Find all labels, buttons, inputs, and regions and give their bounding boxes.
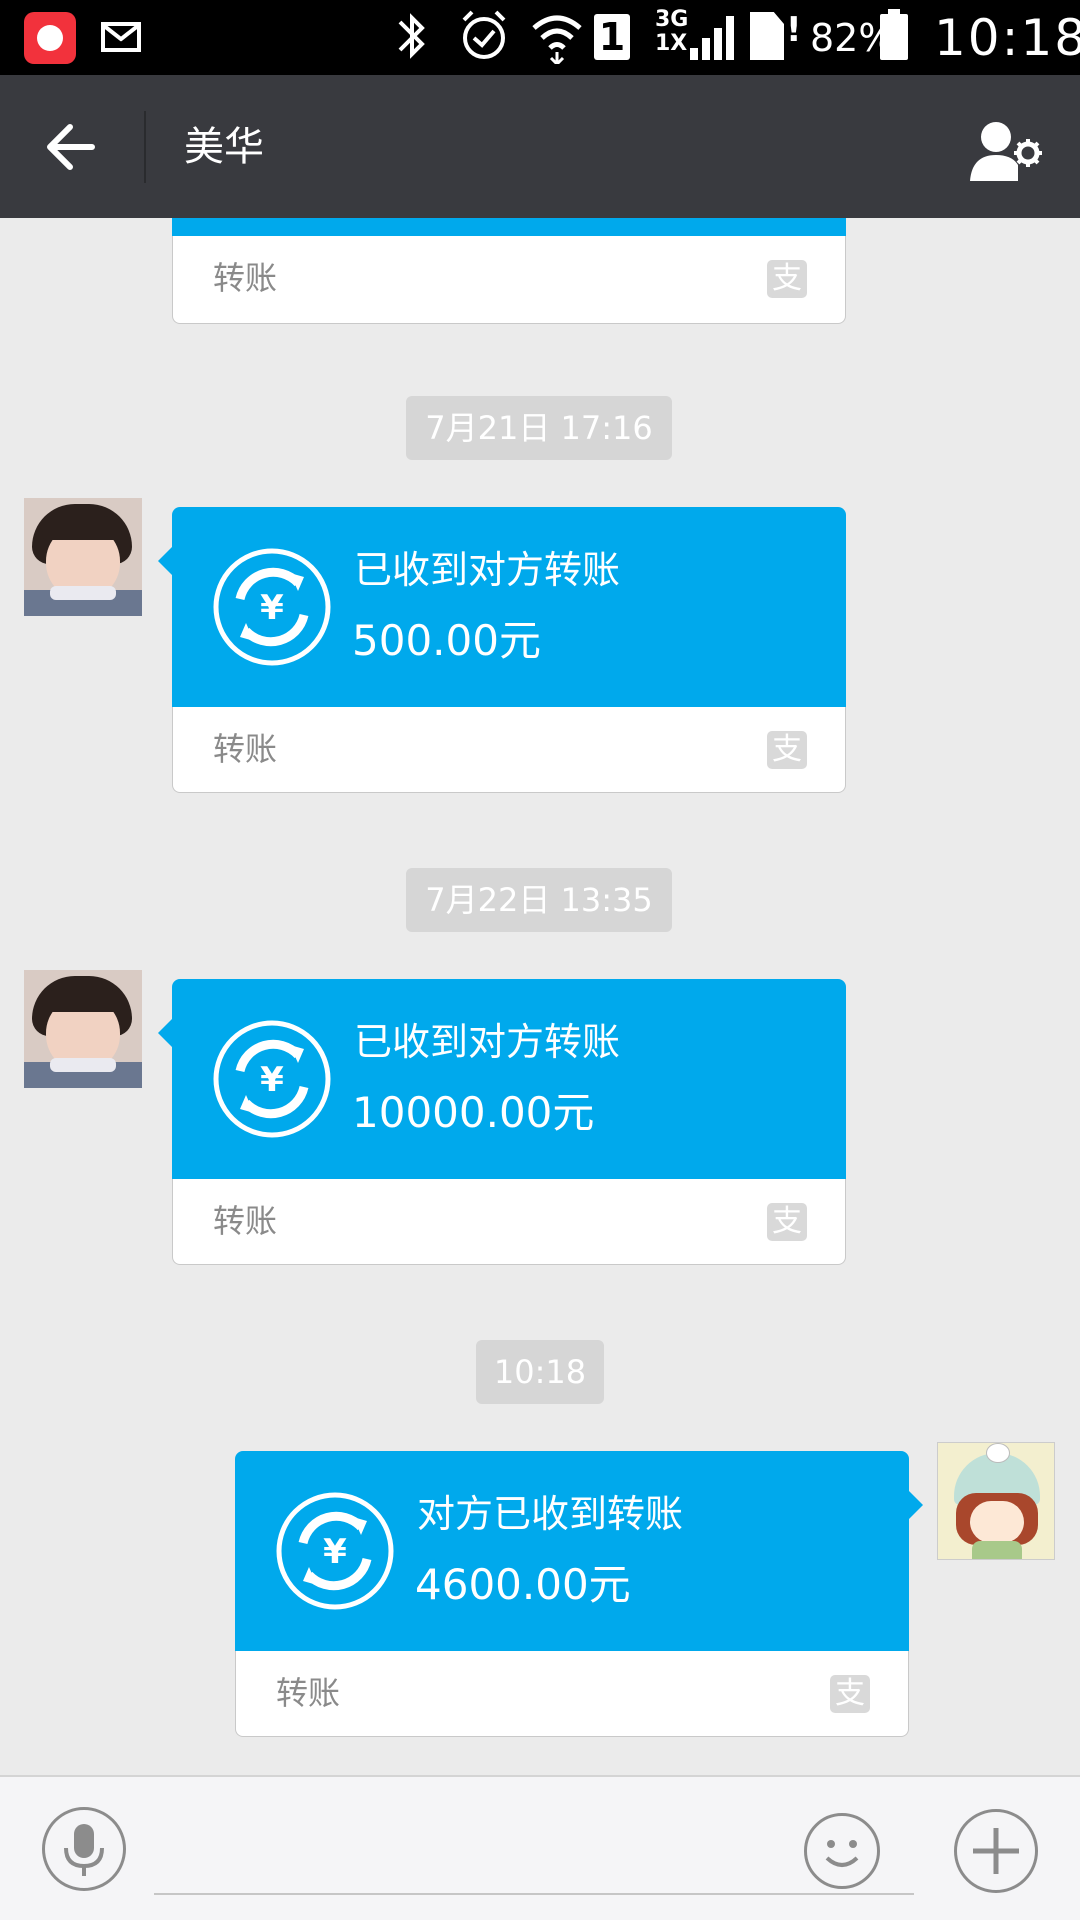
transfer-amount: 500.00元 (352, 616, 541, 665)
user-settings-icon (970, 122, 1042, 181)
status-bar: 1 3G 1X ! 82% 10:18 (0, 0, 1080, 75)
transfer-card[interactable]: ¥ 已收到对方转账 10000.00元 转账 支 (158, 979, 846, 1265)
voice-button[interactable] (42, 1807, 126, 1891)
transfer-card-footer: 转账 支 (172, 236, 846, 324)
warning-icon: ! (786, 10, 802, 50)
clock: 10:18 (934, 9, 1080, 67)
transfer-card-partial[interactable]: 转账 支 (172, 236, 846, 324)
transfer-yuan-icon: ¥ (276, 1492, 394, 1610)
transfer-yuan-icon: ¥ (213, 1020, 331, 1138)
timestamp: 7月22日 13:35 (406, 868, 672, 932)
alipay-icon: 支 (767, 731, 807, 769)
transfer-card-body: ¥ 已收到对方转账 500.00元 (158, 507, 846, 707)
back-arrow-icon (47, 124, 95, 170)
transfer-card-footer: 转账 支 (172, 707, 846, 793)
transfer-status: 已收到对方转账 (354, 1020, 621, 1064)
transfer-card[interactable]: ¥ 已收到对方转账 500.00元 转账 支 (158, 507, 846, 793)
transfer-amount: 4600.00元 (415, 1560, 631, 1609)
transfer-status: 已收到对方转账 (354, 548, 621, 592)
avatar[interactable] (24, 970, 142, 1088)
notification-app-icon (24, 12, 76, 64)
header-divider (144, 111, 146, 183)
more-options-button[interactable] (954, 1809, 1038, 1893)
transfer-yuan-icon: ¥ (213, 548, 331, 666)
transfer-card-partial-top (172, 218, 846, 236)
transfer-card-footer: 转账 支 (172, 1179, 846, 1265)
svg-text:¥: ¥ (260, 1060, 284, 1100)
message-input-bar (0, 1775, 1080, 1920)
wifi-icon (530, 8, 584, 79)
transfer-card[interactable]: ¥ 对方已收到转账 4600.00元 转账 支 (235, 1451, 923, 1737)
chat-header: 美华 (0, 75, 1080, 218)
transfer-label: 转账 (213, 259, 278, 297)
svg-text:¥: ¥ (323, 1532, 347, 1572)
transfer-status: 对方已收到转账 (417, 1492, 684, 1536)
transfer-card-body: ¥ 对方已收到转账 4600.00元 (235, 1451, 923, 1651)
bluetooth-icon (392, 8, 432, 79)
chat-info-button[interactable] (962, 107, 1052, 191)
back-button[interactable] (28, 105, 118, 189)
microphone-icon (64, 1824, 104, 1876)
plus-icon (973, 1828, 1019, 1874)
my-avatar[interactable] (937, 1442, 1055, 1560)
svg-text:¥: ¥ (260, 588, 284, 628)
sim-slot-badge: 1 (594, 14, 630, 60)
message-input[interactable] (154, 1807, 914, 1895)
chat-title: 美华 (184, 124, 264, 170)
network-type-label: 3G 1X (655, 7, 689, 56)
alipay-icon: 支 (767, 260, 807, 298)
alarm-icon (458, 8, 510, 79)
sim-card-icon (750, 12, 784, 60)
battery-icon (880, 9, 908, 60)
transfer-amount: 10000.00元 (352, 1088, 595, 1137)
emoji-button[interactable] (804, 1813, 880, 1889)
transfer-label: 转账 (213, 1202, 278, 1240)
alipay-icon: 支 (830, 1675, 870, 1713)
timestamp: 10:18 (476, 1340, 604, 1404)
cell-signal-icon (690, 14, 736, 60)
chat-messages[interactable]: 转账 支 7月21日 17:16 ¥ 已收到对方转账 500.00元 转账 支 (0, 218, 1080, 1775)
transfer-card-footer: 转账 支 (235, 1651, 909, 1737)
alipay-icon: 支 (767, 1203, 807, 1241)
timestamp: 7月21日 17:16 (406, 396, 672, 460)
mail-icon (101, 22, 141, 52)
transfer-label: 转账 (276, 1674, 341, 1712)
avatar[interactable] (24, 498, 142, 616)
transfer-label: 转账 (213, 730, 278, 768)
transfer-card-body: ¥ 已收到对方转账 10000.00元 (158, 979, 846, 1179)
smiley-icon (825, 1840, 859, 1867)
